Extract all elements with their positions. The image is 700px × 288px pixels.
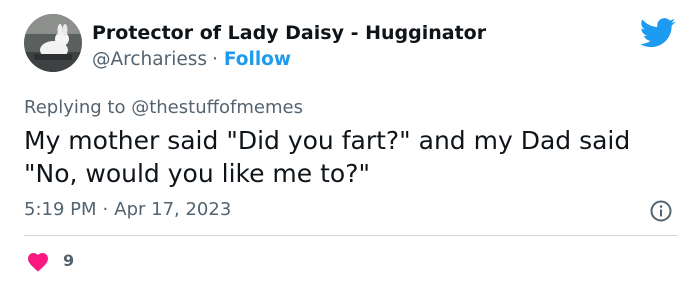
author-handle[interactable]: @Archariess [92, 49, 207, 70]
heart-icon[interactable] [26, 250, 50, 272]
tweet-time: 5:19 PM [24, 199, 97, 220]
tweet-text: My mother said "Did you fart?" and my Da… [24, 126, 631, 188]
avatar[interactable] [24, 14, 82, 72]
info-icon[interactable] [649, 199, 673, 223]
handle-separator: · [212, 49, 218, 70]
twitter-bird-icon[interactable] [640, 18, 676, 48]
follow-button[interactable]: Follow [224, 49, 291, 70]
reply-context: Replying to @thestuffofmemes [24, 97, 303, 118]
tweet-card: Protector of Lady Daisy - Hugginator @Ar… [0, 0, 700, 288]
tweet-timestamp[interactable]: 5:19 PM · Apr 17, 2023 [24, 199, 231, 220]
author-display-name[interactable]: Protector of Lady Daisy - Hugginator [92, 22, 486, 44]
like-count: 9 [63, 251, 75, 270]
tweet-date: Apr 17, 2023 [114, 199, 232, 220]
timestamp-separator: · [102, 199, 109, 220]
divider [24, 235, 678, 236]
reply-mention-link[interactable]: @thestuffofmemes [131, 97, 303, 118]
author-handle-line: @Archariess · Follow [92, 49, 291, 70]
reply-prefix: Replying to [24, 97, 126, 118]
